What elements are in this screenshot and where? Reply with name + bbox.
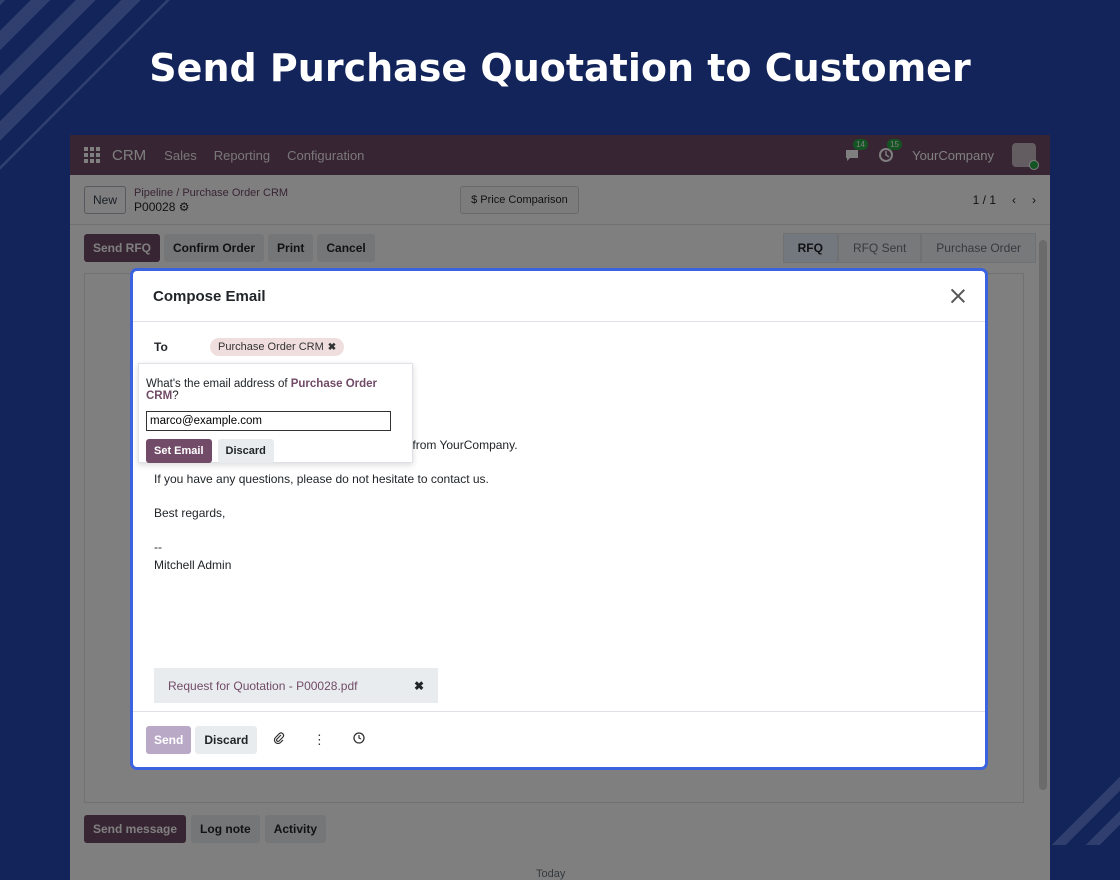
close-icon[interactable]: [951, 289, 965, 303]
dialog-header: Compose Email: [133, 271, 985, 322]
paperclip-icon[interactable]: [261, 732, 297, 747]
hero-title: Send Purchase Quotation to Customer: [149, 46, 971, 90]
popover-discard-button[interactable]: Discard: [217, 439, 274, 463]
send-button[interactable]: Send: [146, 725, 192, 754]
body-line-3: Best regards,: [154, 506, 226, 520]
compose-email-dialog: Compose Email To Purchase Order CRM ✖ 02…: [133, 271, 985, 767]
recipient-tag[interactable]: Purchase Order CRM ✖: [210, 338, 345, 356]
signature-name: Mitchell Admin: [154, 558, 232, 572]
page-scrollbar[interactable]: [1039, 240, 1047, 790]
email-address-input[interactable]: [146, 411, 391, 431]
decorative-stripes-bottom-right: [1040, 755, 1120, 845]
body-line-2: If you have any questions, please do not…: [154, 472, 489, 486]
more-vertical-icon[interactable]: ⋮: [301, 732, 337, 748]
set-email-button[interactable]: Set Email: [146, 439, 212, 463]
discard-button[interactable]: Discard: [195, 725, 258, 754]
email-address-popover: What's the email address of Purchase Ord…: [138, 363, 413, 463]
dialog-footer: Send Discard ⋮: [133, 711, 985, 767]
recipients-row: To Purchase Order CRM ✖: [154, 338, 345, 356]
attachment-name[interactable]: Request for Quotation - P00028.pdf: [168, 679, 357, 693]
remove-recipient-icon[interactable]: ✖: [328, 342, 336, 353]
to-label: To: [154, 340, 168, 354]
popover-question: What's the email address of Purchase Ord…: [146, 378, 378, 402]
attachment-item[interactable]: Request for Quotation - P00028.pdf ✖: [154, 668, 438, 703]
dialog-title: Compose Email: [153, 287, 266, 305]
signature-dash: --: [154, 540, 162, 554]
remove-attachment-icon[interactable]: ✖: [414, 679, 424, 693]
schedule-clock-icon[interactable]: [341, 732, 377, 747]
